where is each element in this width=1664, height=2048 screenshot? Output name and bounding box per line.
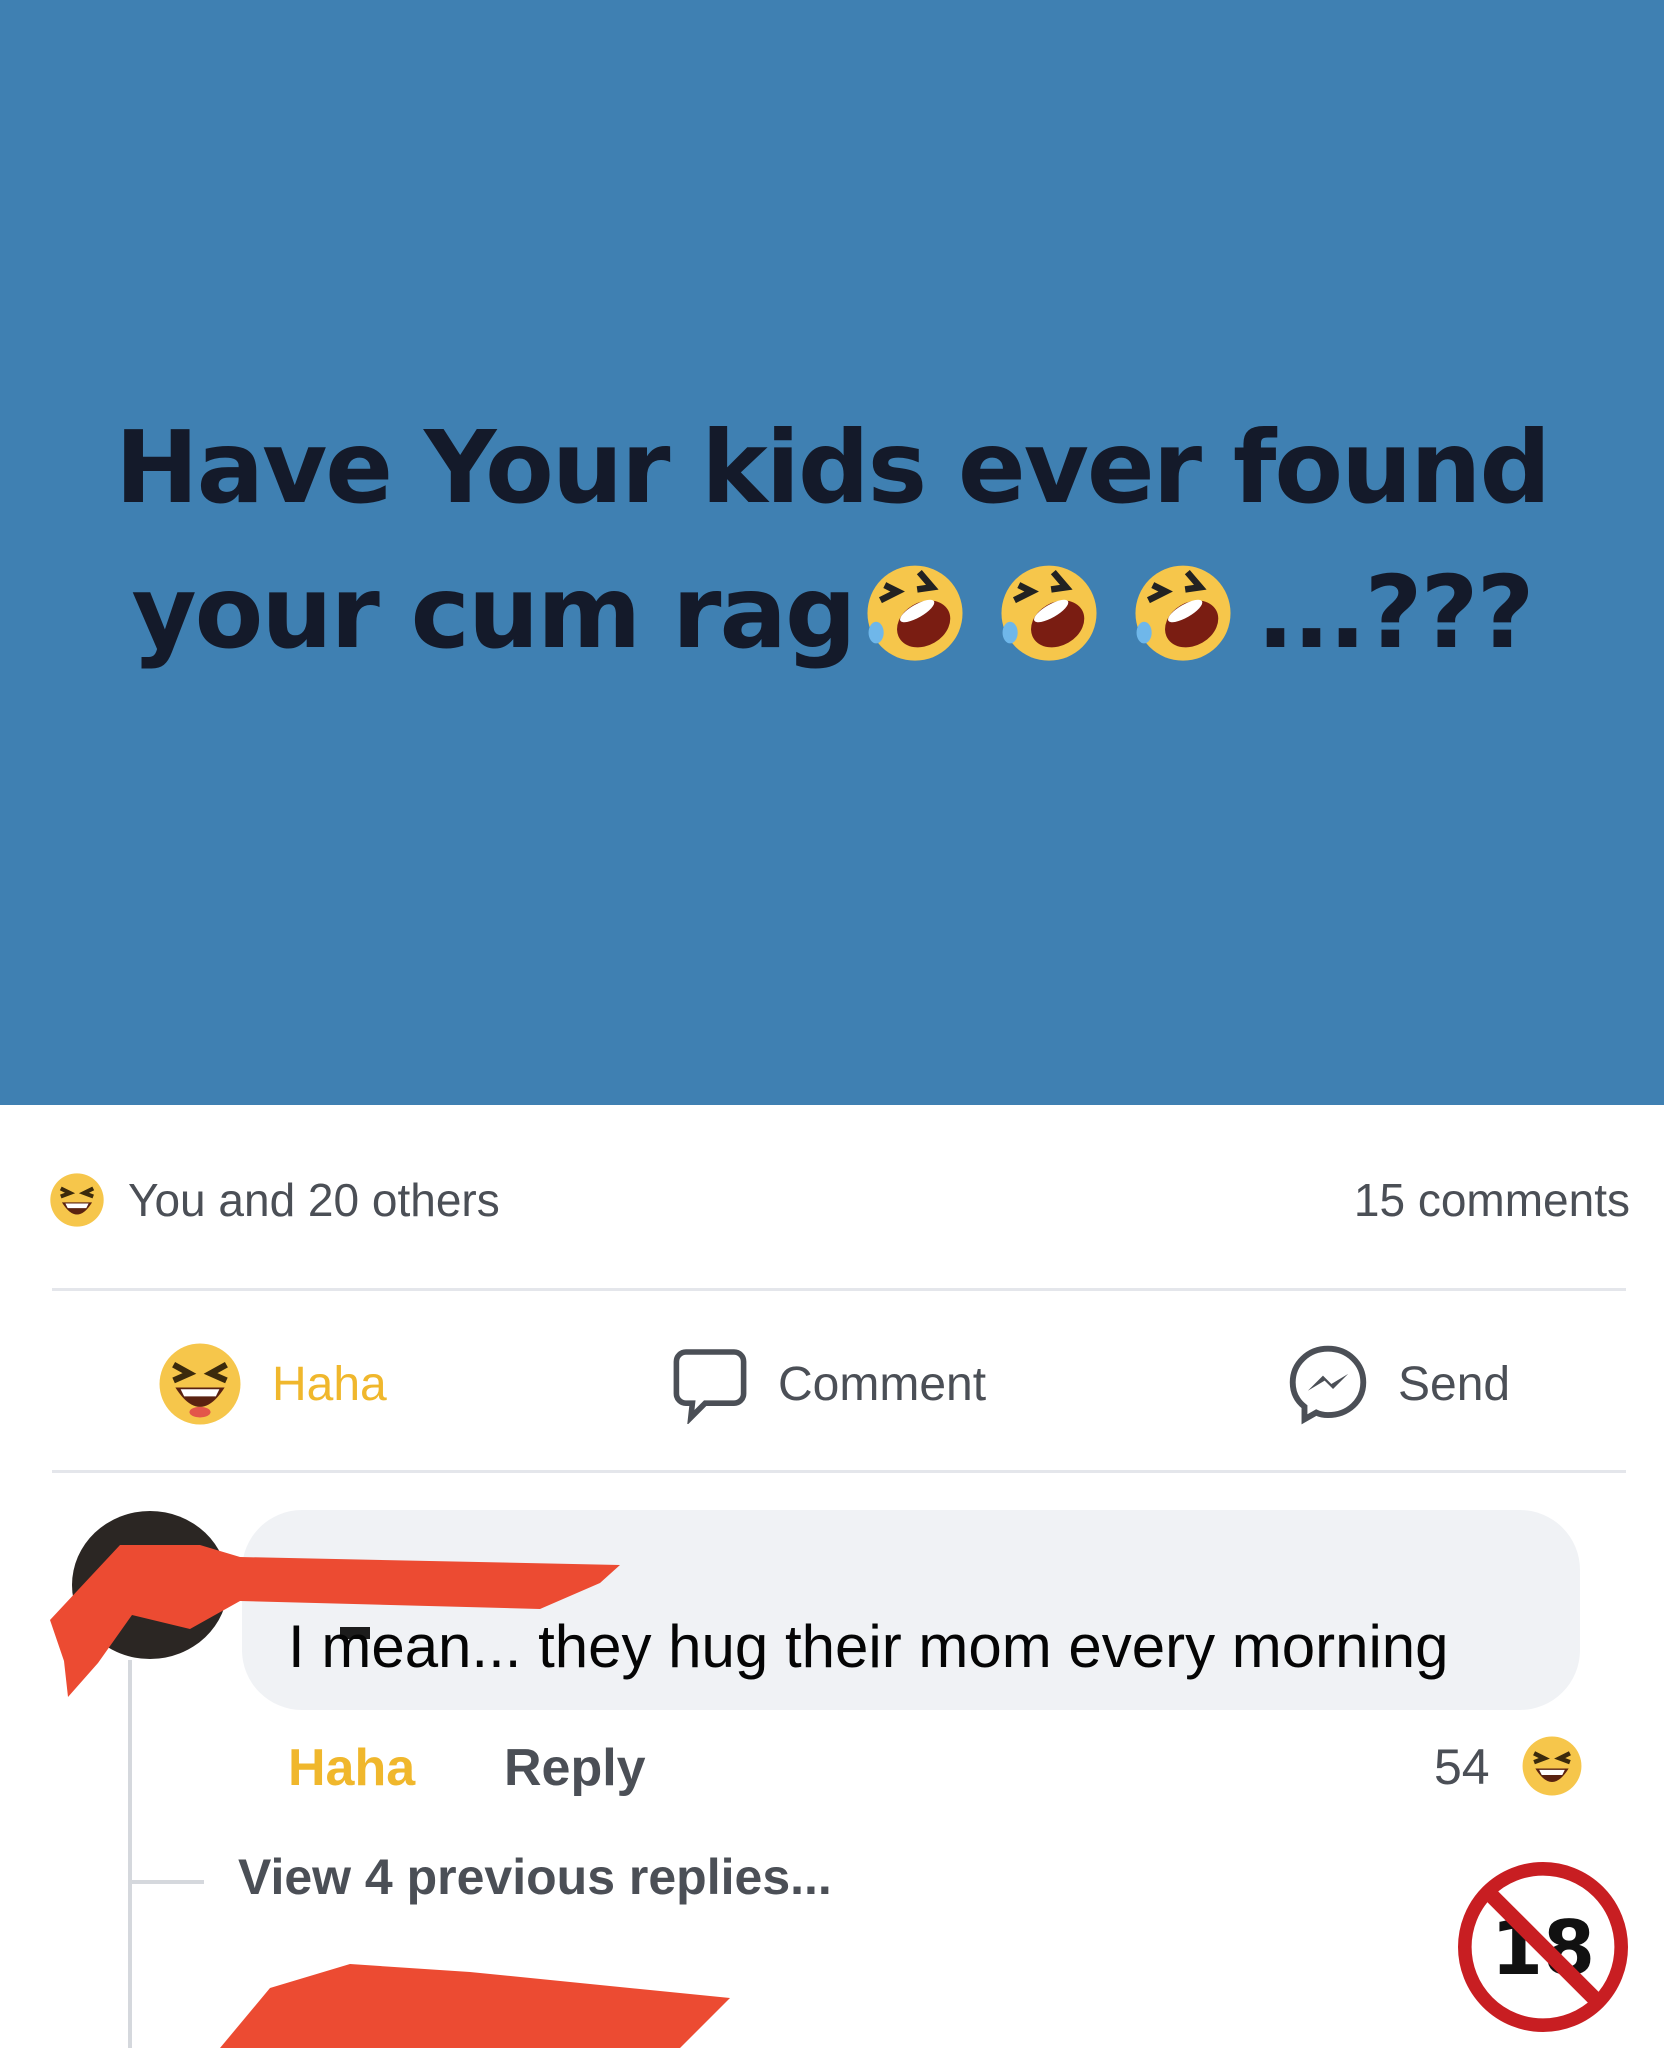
haha-emoji-icon — [50, 1173, 104, 1227]
comment-button[interactable]: Comment — [670, 1340, 986, 1428]
haha-emoji-icon — [1522, 1736, 1582, 1796]
headline-line-2-text: your cum rag — [131, 554, 856, 671]
thread-branch — [128, 1880, 204, 1884]
reaction-summary[interactable]: You and 20 others — [48, 1168, 500, 1232]
rofl-emoji-icon — [867, 565, 963, 661]
rofl-emoji-icon — [1001, 565, 1097, 661]
reaction-summary-text: You and 20 others — [128, 1174, 500, 1226]
comment-text: I mean... they hug their mom every morni… — [288, 1613, 1449, 1680]
comments-count-link[interactable]: 15 comments — [1354, 1168, 1630, 1232]
haha-reaction-button[interactable]: Haha — [156, 1340, 387, 1428]
post-image[interactable]: Have Your kids ever found your cum rag..… — [0, 0, 1664, 1105]
emoji-row — [855, 557, 1257, 703]
post-headline: Have Your kids ever found your cum rag..… — [0, 395, 1664, 703]
send-button[interactable]: Send — [1286, 1340, 1510, 1428]
comment-bubble-icon — [673, 1349, 747, 1424]
divider — [52, 1288, 1626, 1291]
messenger-icon — [1289, 1345, 1367, 1425]
headline-line-2-end: ...??? — [1256, 554, 1535, 671]
no-under-18-icon: 18 — [1458, 1862, 1628, 2032]
send-label: Send — [1398, 1357, 1511, 1411]
headline-line-2: your cum rag...??? — [0, 540, 1664, 703]
thread-line — [128, 1660, 132, 2048]
divider — [52, 1470, 1626, 1473]
haha-label: Haha — [272, 1357, 387, 1411]
comment-haha-button[interactable]: Haha — [288, 1738, 415, 1798]
view-previous-replies-link[interactable]: View 4 previous replies... — [238, 1848, 832, 1906]
headline-line-1: Have Your kids ever found — [114, 409, 1551, 526]
comment-reaction-count[interactable]: 54 — [1434, 1738, 1490, 1796]
comment-reply-button[interactable]: Reply — [504, 1738, 646, 1798]
haha-emoji-icon — [159, 1343, 241, 1425]
redacted-next-avatar — [220, 1964, 730, 2048]
rofl-emoji-icon — [1135, 565, 1231, 661]
comment-label: Comment — [778, 1357, 987, 1411]
